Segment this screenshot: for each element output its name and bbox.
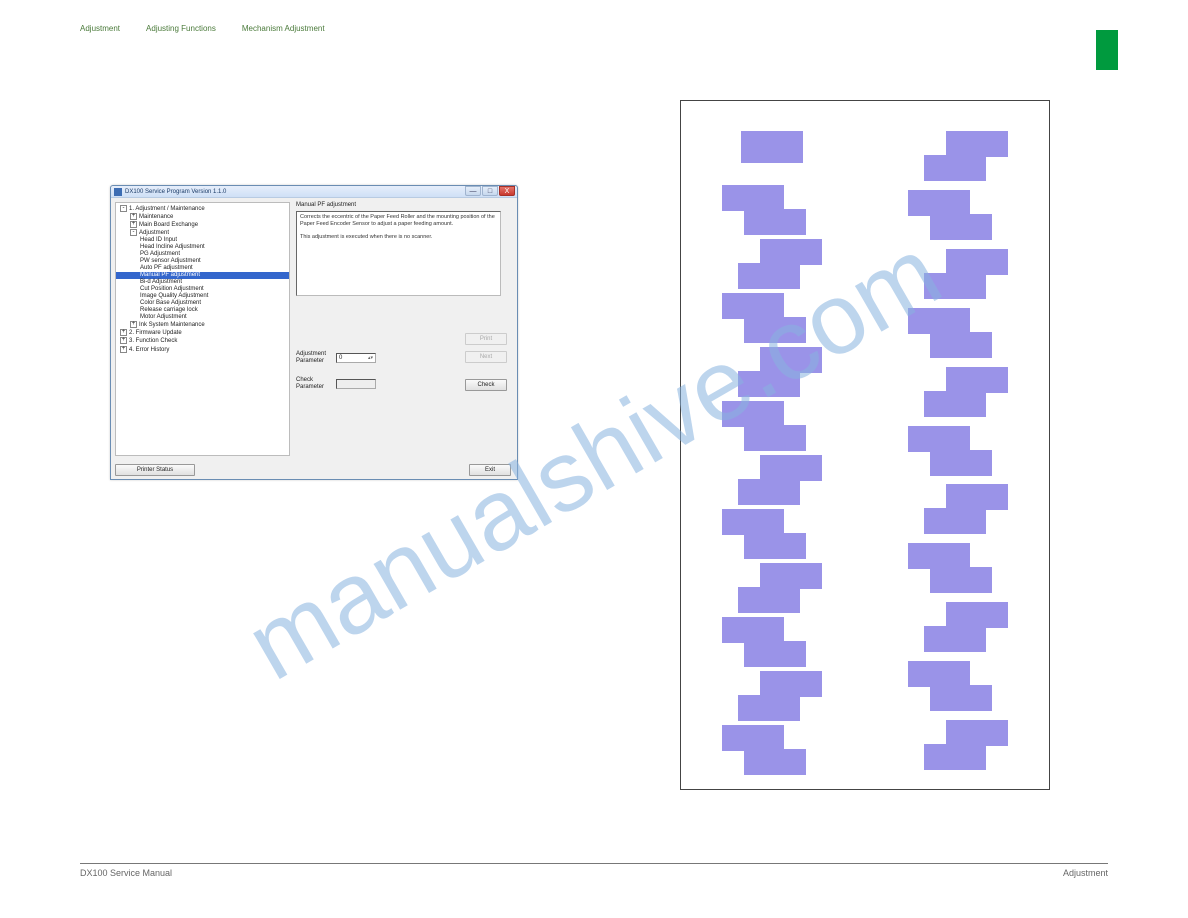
pattern-block xyxy=(908,602,1008,651)
pattern-block xyxy=(908,484,1008,533)
tree-item[interactable]: PW sensor Adjustment xyxy=(116,258,289,265)
print-button[interactable]: Print xyxy=(465,333,507,345)
next-button[interactable]: Next xyxy=(465,351,507,363)
desc-line-1: Corrects the eccentric of the Paper Feed… xyxy=(300,214,497,228)
maximize-button[interactable]: □ xyxy=(482,186,498,196)
tree-item[interactable]: Head Incline Adjustment xyxy=(116,244,289,251)
tree-item[interactable]: -Adjustment xyxy=(116,229,289,237)
tree-item[interactable]: PG Adjustment xyxy=(116,251,289,258)
pattern-block xyxy=(908,131,1008,180)
tree-item[interactable]: Image Quality Adjustment xyxy=(116,293,289,300)
footer-section: Adjustment xyxy=(1063,868,1108,878)
tree-item[interactable]: +Main Board Exchange xyxy=(116,221,289,229)
pattern-block xyxy=(908,249,1008,298)
tree-item[interactable]: +Maintenance xyxy=(116,213,289,221)
minimize-button[interactable]: — xyxy=(465,186,481,196)
tree-item[interactable]: Bi-d Adjustment xyxy=(116,279,289,286)
tree-item[interactable]: Cut Position Adjustment xyxy=(116,286,289,293)
printer-status-button[interactable]: Printer Status xyxy=(115,464,195,476)
tree-item[interactable]: -1. Adjustment / Maintenance xyxy=(116,205,289,213)
tree-item[interactable]: +2. Firmware Update xyxy=(116,329,289,337)
page-footer: DX100 Service Manual Adjustment xyxy=(80,863,1108,878)
adjustment-value: 0 xyxy=(339,355,342,361)
pattern-block xyxy=(722,671,822,715)
pattern-block xyxy=(722,185,822,229)
close-button[interactable]: X xyxy=(499,186,515,196)
pattern-block xyxy=(722,293,822,337)
window-title: DX100 Service Program Version 1.1.0 xyxy=(125,189,226,195)
tree-item[interactable]: Head ID Input xyxy=(116,237,289,244)
pf-pattern-figure xyxy=(680,100,1050,790)
pattern-block xyxy=(722,617,822,661)
check-param-output xyxy=(336,379,376,389)
tree-item[interactable]: Color Base Adjustment xyxy=(116,300,289,307)
exit-button[interactable]: Exit xyxy=(469,464,511,476)
pattern-block xyxy=(722,563,822,607)
tree-item[interactable]: Manual PF adjustment xyxy=(116,272,289,279)
pattern-block xyxy=(908,190,1008,239)
pattern-block xyxy=(722,401,822,445)
pattern-block xyxy=(908,661,1008,710)
content-panel: Manual PF adjustment Corrects the eccent… xyxy=(290,198,517,456)
check-param-label: Check Parameter xyxy=(296,377,336,391)
pattern-block xyxy=(722,725,822,769)
titlebar[interactable]: DX100 Service Program Version 1.1.0 — □ … xyxy=(111,186,517,198)
pattern-block xyxy=(722,347,822,391)
pattern-block xyxy=(722,239,822,283)
adjustment-label: Adjustment Parameter xyxy=(296,351,336,365)
check-button[interactable]: Check xyxy=(465,379,507,391)
pattern-block xyxy=(722,509,822,553)
footer-doc: DX100 Service Manual xyxy=(80,868,172,878)
tree-item[interactable]: Motor Adjustment xyxy=(116,314,289,321)
pattern-block xyxy=(722,455,822,499)
service-program-window: DX100 Service Program Version 1.1.0 — □ … xyxy=(110,185,518,480)
tree-item[interactable]: +Ink System Maintenance xyxy=(116,321,289,329)
panel-title: Manual PF adjustment xyxy=(296,202,511,208)
pattern-block xyxy=(908,543,1008,592)
app-icon xyxy=(114,188,122,196)
pattern-block xyxy=(908,308,1008,357)
desc-line-2: This adjustment is executed when there i… xyxy=(300,234,497,241)
tree-item[interactable]: Auto PF adjustment xyxy=(116,265,289,272)
tree-item[interactable]: +4. Error History xyxy=(116,346,289,354)
spin-icon[interactable]: ▴▾ xyxy=(368,355,373,361)
page: DX100 Service Program Version 1.1.0 — □ … xyxy=(0,0,1188,918)
adjustment-input[interactable]: 0 ▴▾ xyxy=(336,353,376,363)
pattern-block xyxy=(908,720,1008,769)
pattern-block xyxy=(908,426,1008,475)
tree-item[interactable]: +3. Function Check xyxy=(116,337,289,345)
description-box: Corrects the eccentric of the Paper Feed… xyxy=(296,211,501,296)
tree-item[interactable]: Release carriage lock xyxy=(116,307,289,314)
navigation-tree[interactable]: -1. Adjustment / Maintenance+Maintenance… xyxy=(115,202,290,456)
pattern-block xyxy=(908,367,1008,416)
pattern-block xyxy=(722,131,822,175)
